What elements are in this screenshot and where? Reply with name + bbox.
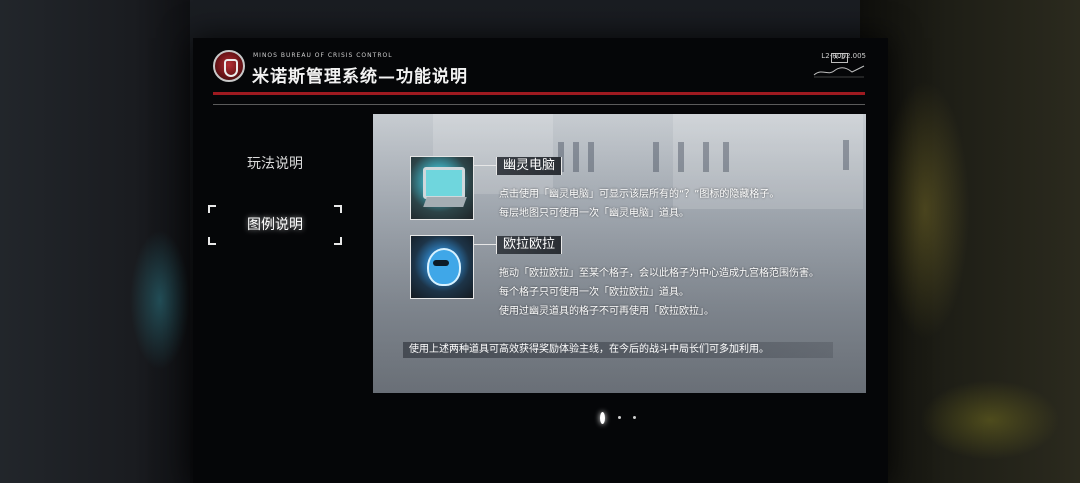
document-code: L2-R002.005 — [821, 52, 866, 60]
menu-item-label: 图例说明 — [247, 217, 303, 233]
selection-corner — [334, 205, 342, 213]
header-red-rule — [213, 92, 865, 95]
item-description: 使用过幽灵道具的格子不可再使用「欧拉欧拉」。 — [499, 306, 714, 317]
selection-corner — [208, 205, 216, 213]
help-panel: MINOS BUREAU OF CRISIS CONTROL 米诺斯管理系统—功… — [193, 38, 888, 483]
connector-line — [474, 244, 496, 245]
page-dot-active[interactable] — [600, 412, 605, 424]
page-dot[interactable] — [633, 416, 636, 419]
page-indicator — [597, 410, 647, 424]
item-description: 每个格子只可使用一次「欧拉欧拉」道具。 — [499, 287, 689, 298]
item-name: 幽灵电脑 — [496, 157, 563, 175]
item-description: 每层地图只可使用一次「幽灵电脑」道具。 — [499, 208, 689, 219]
page-dot[interactable] — [618, 416, 621, 419]
header-gray-rule — [213, 104, 865, 105]
item-description: 拖动「欧拉欧拉」至某个格子，会以此格子为中心造成九宫格范围伤害。 — [499, 268, 819, 279]
ora-ora-icon — [410, 235, 474, 299]
item-name: 欧拉欧拉 — [496, 236, 563, 254]
footer-note: 使用上述两种道具可高效获得奖励体验主线，在今后的战斗中局长们可多加利用。 — [403, 342, 833, 358]
panel-header: MINOS BUREAU OF CRISIS CONTROL 米诺斯管理系统—功… — [193, 38, 888, 108]
menu-item-gameplay[interactable]: 玩法说明 — [208, 144, 342, 184]
signature-icon — [813, 65, 865, 78]
page-title: 米诺斯管理系统—功能说明 — [252, 67, 468, 87]
menu-item-label: 玩法说明 — [247, 156, 303, 172]
ghost-computer-icon — [410, 156, 474, 220]
legend-content: 幽灵电脑 点击使用「幽灵电脑」可显示该层所有的“？”图标的隐藏格子。 每层地图只… — [373, 114, 866, 393]
item-description: 点击使用「幽灵电脑」可显示该层所有的“？”图标的隐藏格子。 — [499, 189, 780, 200]
connector-line — [474, 165, 496, 166]
selection-corner — [208, 237, 216, 245]
organization-name: MINOS BUREAU OF CRISIS CONTROL — [253, 52, 393, 59]
menu-item-legend[interactable]: 图例说明 — [208, 205, 342, 245]
minos-emblem-icon — [213, 50, 245, 82]
selection-corner — [334, 237, 342, 245]
